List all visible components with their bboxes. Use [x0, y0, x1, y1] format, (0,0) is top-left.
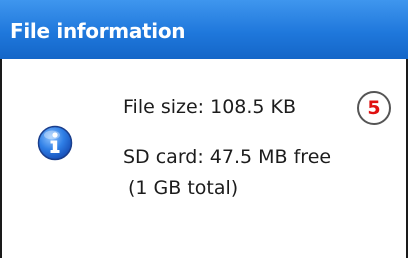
dialog-title: File information	[10, 19, 186, 43]
sd-card-free-label: SD card: 47.5 MB free	[123, 146, 332, 168]
callout-number-badge: 5	[357, 91, 391, 125]
file-size-label: File size: 108.5 KB	[123, 96, 297, 118]
dialog-border-left	[0, 59, 2, 258]
title-bar: File information	[0, 0, 408, 59]
sd-card-total-label: (1 GB total)	[128, 177, 239, 199]
info-icon	[37, 125, 73, 161]
file-information-dialog: File information File size: 108.5 KB SD …	[0, 0, 408, 258]
